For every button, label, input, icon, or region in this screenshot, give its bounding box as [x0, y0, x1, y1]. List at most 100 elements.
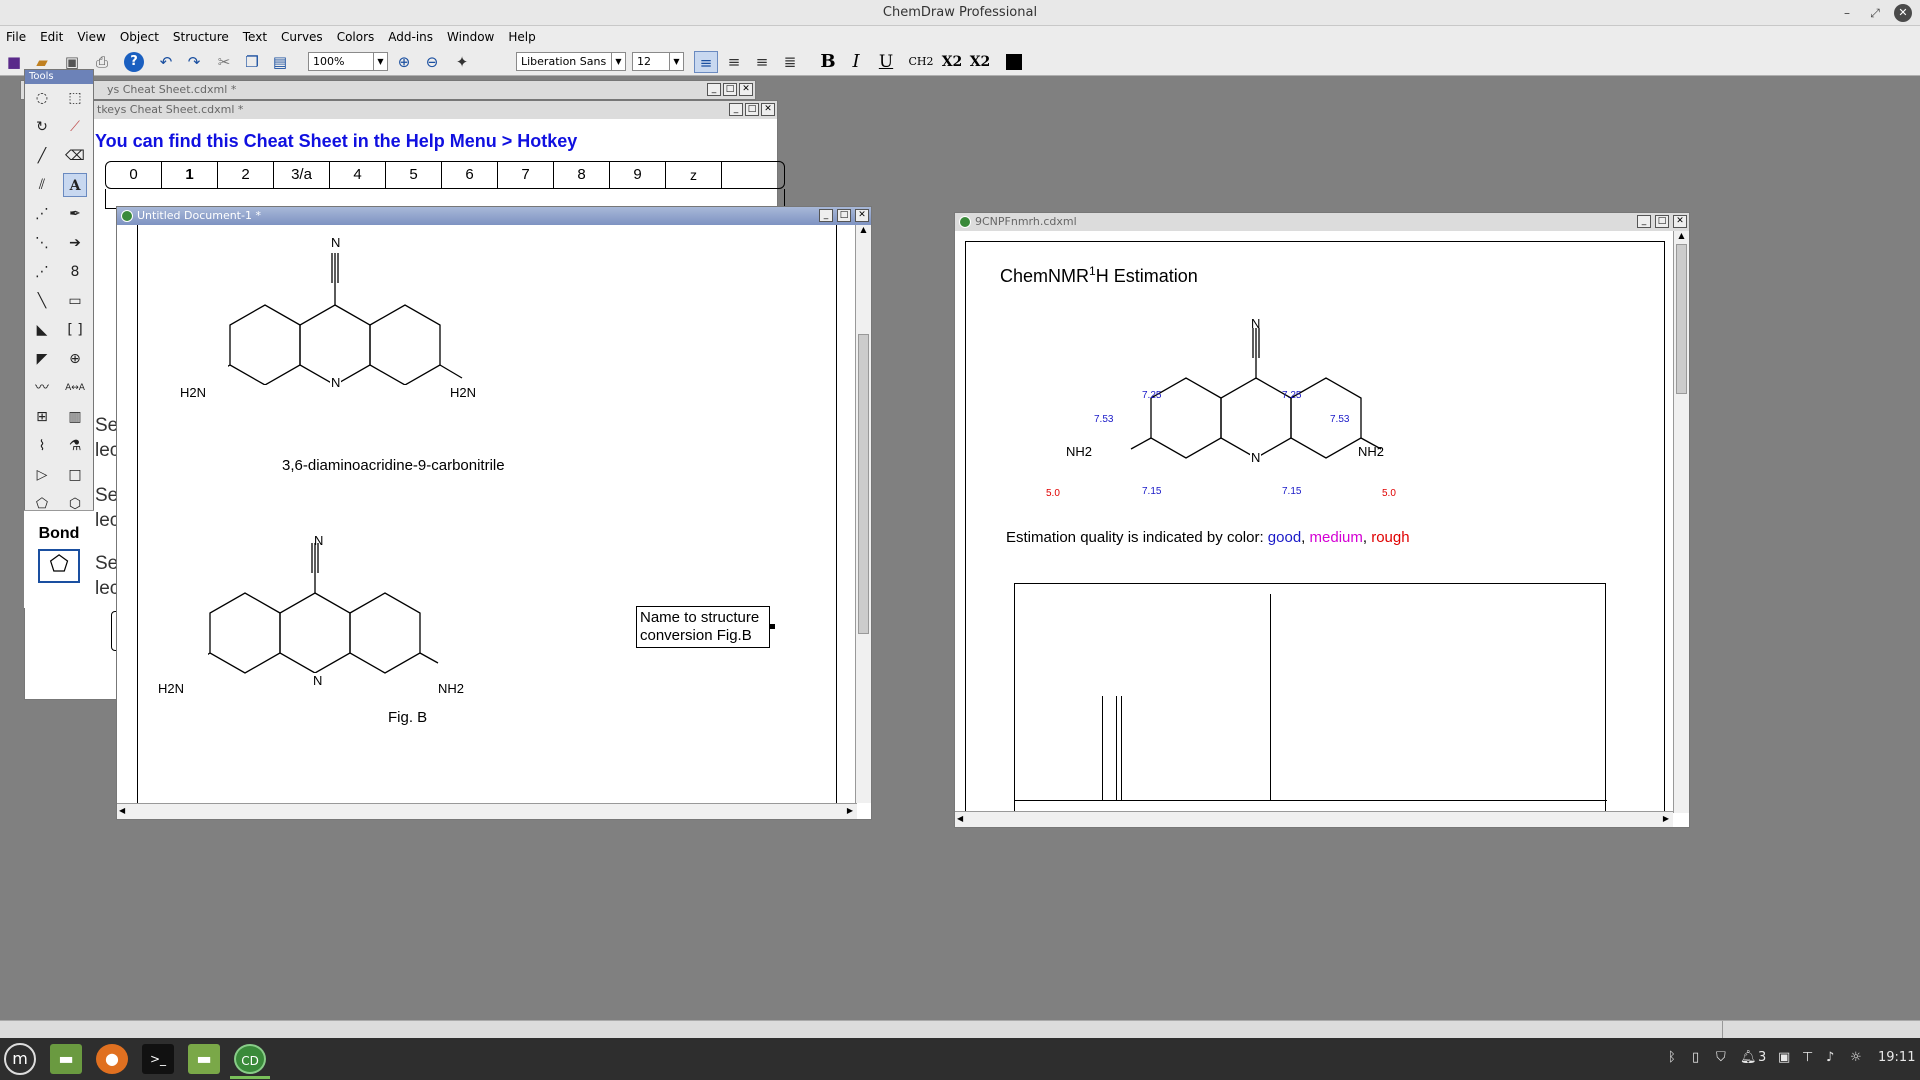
lasso-tool-icon[interactable]: ◌: [30, 86, 54, 110]
molecule-structure-1[interactable]: [228, 235, 558, 385]
app-logo-icon[interactable]: ■: [2, 51, 26, 73]
bold-bond-icon[interactable]: ╲: [30, 289, 54, 313]
bond-preview-icon[interactable]: ⬠: [38, 549, 80, 583]
scroll-thumb[interactable]: [1676, 244, 1687, 394]
wedged-bond-icon[interactable]: ◤: [30, 347, 54, 371]
drawing-canvas[interactable]: ChemNMR1H Estimation N N NH2 NH2 7.25 7.…: [965, 241, 1665, 813]
menu-edit[interactable]: Edit: [33, 26, 70, 48]
clock[interactable]: 19:11: [1878, 1050, 1915, 1065]
justify-icon[interactable]: ≣: [778, 51, 802, 73]
horizontal-scrollbar[interactable]: ◀ ▶: [955, 811, 1673, 827]
files-icon[interactable]: ▬: [188, 1044, 220, 1074]
shield-icon[interactable]: ⛉: [1716, 1050, 1726, 1065]
document-window-2[interactable]: 9CNPFnmrh.cdxml _ □ ✕ ChemNMR1H Estimati…: [954, 212, 1690, 828]
menu-text[interactable]: Text: [236, 26, 274, 48]
font-size-select[interactable]: 12 ▼: [632, 52, 684, 71]
zoom-in-icon[interactable]: ⊕: [392, 51, 416, 73]
zoom-select[interactable]: 100% ▼: [308, 52, 388, 71]
redo-icon[interactable]: ↷: [182, 51, 206, 73]
scroll-left-icon[interactable]: ◀: [957, 814, 963, 823]
copy-icon[interactable]: ❐: [240, 51, 264, 73]
minimize-icon[interactable]: _: [729, 103, 743, 116]
close-icon[interactable]: ✕: [761, 103, 775, 116]
dashed-bond-icon[interactable]: ⋰: [30, 202, 54, 226]
maximize-icon[interactable]: □: [745, 103, 759, 116]
text-box-handle[interactable]: [770, 624, 775, 629]
hashed-wedge-icon[interactable]: ⋰: [30, 260, 54, 284]
maximize-icon[interactable]: □: [837, 209, 851, 222]
scroll-up-icon[interactable]: ▲: [856, 225, 871, 234]
horizontal-scrollbar[interactable]: ◀ ▶: [117, 803, 857, 819]
cheat-sheet-back-window[interactable]: ys Cheat Sheet.cdxml * _ □ ✕: [20, 80, 756, 100]
mint-menu-icon[interactable]: m: [4, 1043, 36, 1075]
display-icon[interactable]: ▣: [1778, 1050, 1790, 1065]
pen-tool-icon[interactable]: ✒: [63, 202, 87, 226]
nmr-spectrum[interactable]: [1014, 583, 1607, 813]
tlc-tool-icon[interactable]: ▥: [63, 405, 87, 429]
bluetooth-icon[interactable]: ᛒ: [1668, 1050, 1676, 1065]
subscript-button[interactable]: X2: [940, 51, 964, 73]
center-view-icon[interactable]: ✦: [450, 51, 474, 73]
document-window-1[interactable]: Untitled Document-1 * _ □ ✕ N N H2N H2N …: [116, 206, 872, 820]
square-tool-icon[interactable]: □: [63, 463, 87, 487]
undo-icon[interactable]: ↶: [154, 51, 178, 73]
menu-file[interactable]: File: [0, 26, 33, 48]
menu-help[interactable]: Help: [501, 26, 542, 48]
menu-window[interactable]: Window: [440, 26, 501, 48]
formula-button[interactable]: CH2: [906, 51, 936, 73]
clipboard-icon[interactable]: ▯: [1692, 1050, 1699, 1065]
bold-button[interactable]: B: [816, 51, 840, 73]
scroll-thumb[interactable]: [858, 334, 869, 634]
triangle-tool-icon[interactable]: ▷: [30, 463, 54, 487]
bracket-tool-icon[interactable]: [ ]: [63, 318, 87, 342]
wedge-bond-icon[interactable]: ◣: [30, 318, 54, 342]
multiple-bond-icon[interactable]: ⫽: [30, 173, 54, 197]
rectangle-tool-icon[interactable]: ▭: [63, 289, 87, 313]
single-bond-icon[interactable]: ╱: [30, 144, 54, 168]
molecule-structure-2[interactable]: [208, 543, 538, 693]
text-box[interactable]: Name to structure conversion Fig.B: [636, 606, 770, 648]
cut-icon[interactable]: ✂: [212, 51, 236, 73]
brightness-icon[interactable]: ☼: [1850, 1050, 1862, 1065]
help-icon[interactable]: ?: [124, 52, 144, 72]
menu-object[interactable]: Object: [113, 26, 166, 48]
wavy-bond-icon[interactable]: 〰: [30, 376, 54, 400]
menu-colors[interactable]: Colors: [330, 26, 382, 48]
tools-palette[interactable]: Tools ◌ ⬚ ↻ ⟋ ╱ ⌫ ⫽ A ⋰ ✒ ⋱ ➔ ⋰ 8 ╲ ▭ ◣ …: [24, 69, 94, 608]
network-icon[interactable]: ⊤: [1802, 1050, 1813, 1065]
chem-symbol-icon[interactable]: ⊕: [63, 347, 87, 371]
acyclic-chain-icon[interactable]: ⌇: [30, 434, 54, 458]
marquee-tool-icon[interactable]: ⬚: [63, 86, 87, 110]
scroll-left-icon[interactable]: ◀: [119, 806, 125, 815]
align-left-icon[interactable]: ≡: [694, 51, 718, 73]
menu-structure[interactable]: Structure: [166, 26, 236, 48]
volume-icon[interactable]: ♪: [1826, 1050, 1834, 1065]
scroll-right-icon[interactable]: ▶: [847, 806, 853, 815]
minimize-icon[interactable]: _: [819, 209, 833, 222]
chemdraw-taskbar-icon[interactable]: CD: [234, 1044, 266, 1074]
menu-add-ins[interactable]: Add-ins: [381, 26, 440, 48]
superscript-button[interactable]: X2: [968, 51, 992, 73]
text-tool-icon[interactable]: A: [63, 173, 87, 197]
menu-curves[interactable]: Curves: [274, 26, 330, 48]
chain-tool-icon[interactable]: ⟋: [63, 115, 87, 139]
rotate-tool-icon[interactable]: ↻: [30, 115, 54, 139]
show-desktop-icon[interactable]: ▬: [50, 1044, 82, 1074]
restore-icon[interactable]: ⤢: [1866, 4, 1884, 22]
eraser-icon[interactable]: ⌫: [63, 144, 87, 168]
maximize-icon[interactable]: □: [1655, 215, 1669, 228]
vertical-scrollbar[interactable]: ▲: [855, 225, 871, 803]
align-right-icon[interactable]: ≡: [750, 51, 774, 73]
vertical-scrollbar[interactable]: ▲: [1673, 231, 1689, 813]
table-tool-icon[interactable]: ⊞: [30, 405, 54, 429]
hashed-bond-icon[interactable]: ⋱: [30, 231, 54, 255]
scroll-up-icon[interactable]: ▲: [1674, 231, 1689, 240]
drawing-canvas[interactable]: N N H2N H2N 3,6-diaminoacridine-9-carbon…: [137, 225, 837, 803]
notification-icon[interactable]: 🔔︎: [1740, 1050, 1757, 1065]
minimize-icon[interactable]: _: [1637, 215, 1651, 228]
align-center-icon[interactable]: ≡: [722, 51, 746, 73]
italic-button[interactable]: I: [844, 51, 868, 73]
font-select[interactable]: Liberation Sans ▼: [516, 52, 626, 71]
minimize-icon[interactable]: –: [1838, 4, 1856, 22]
zoom-out-icon[interactable]: ⊖: [420, 51, 444, 73]
